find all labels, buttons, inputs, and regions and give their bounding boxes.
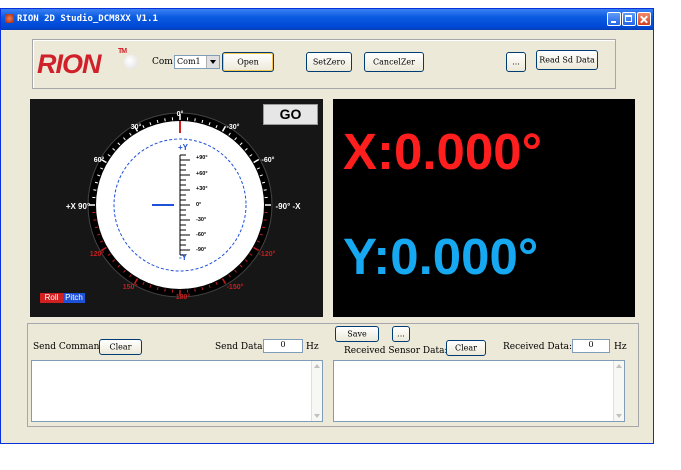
send-command-textarea[interactable] [31,360,323,422]
pitch-mark-label: -30° [196,217,206,223]
roll-mark-label: -150° [227,283,244,291]
roll-mark-label: -90° -X [276,202,302,211]
logo-trademark: TM [118,48,127,55]
send-clear-button[interactable]: Clear [99,339,142,355]
pitch-mark-label: +90° [196,155,208,161]
rion-logo: RION TM [37,48,127,79]
com-port-select[interactable]: Com1 [174,55,220,69]
setzero-button[interactable]: SetZero [306,52,352,72]
pitch-mark-label: 0° [196,202,201,208]
x-angle-value: X:0.000° [343,123,543,180]
roll-mark-label: 0° [177,110,184,118]
pitch-mark-label: -Y [179,253,188,262]
pitch-badge: Pitch [63,293,85,303]
received-data-unit: Hz [614,342,627,352]
pitch-mark-label: +Y [178,143,189,152]
send-scrollbar[interactable] [311,361,322,421]
pitch-mark-label: +60° [196,171,208,177]
cancelzero-button[interactable]: CancelZer [364,52,424,72]
received-data-textarea[interactable] [333,360,625,422]
roll-tick [164,288,166,292]
send-data-field[interactable]: 0 [263,339,303,353]
connection-status-led [124,55,138,69]
received-data-label: Received Data: [503,342,572,352]
receive-scrollbar[interactable] [613,361,624,421]
roll-mark-label: +X 90° [66,202,90,211]
window-title: RION 2D Studio_DCM8XX V1.1 [17,14,158,24]
roll-tick [93,219,97,221]
pitch-mark-label: -90° [196,247,206,253]
roll-tick [93,189,97,191]
receive-browse-button[interactable]: ... [392,326,410,342]
title-bar[interactable]: RION 2D Studio_DCM8XX V1.1 [1,9,653,30]
pitch-mark-label: +30° [196,186,208,192]
app-icon [5,14,14,23]
inclination-gauge: 0° 30° -30° 60° -60° +X 90° -90° -X 120° -120° 15… [30,99,323,317]
pitch-mark-label: -60° [196,232,206,238]
received-data-field[interactable]: 0 [572,339,610,353]
read-sd-data-button[interactable]: Read Sd Data [536,50,598,70]
maximize-button[interactable] [622,12,636,26]
roll-mark-label: -120° [259,250,276,258]
roll-tick [263,219,267,221]
roll-tick [164,118,166,122]
send-data-unit: Hz [306,342,319,352]
roll-badge: Roll [40,293,63,303]
close-button[interactable] [637,12,651,26]
chevron-down-icon[interactable] [206,56,219,68]
roll-mark-label: 60° [94,156,105,164]
send-command-label: Send Command: [33,342,109,352]
gauge-dial: 0° 30° -30° 60° -60° +X 90° -90° -X 120° -120° 15… [66,110,302,301]
open-button[interactable]: Open [222,52,274,72]
roll-mark-label: 120° [90,250,105,258]
roll-mark-label: 180° [176,293,191,301]
go-button[interactable]: GO [263,104,318,125]
roll-tick [194,118,196,122]
browse-button[interactable]: ... [506,52,526,72]
send-data-label: Send Data: [215,342,266,352]
roll-mark-label: 30° [131,123,142,131]
roll-mark-label: -60° [262,156,275,164]
roll-tick [263,189,267,191]
roll-mark-label: -30° [227,123,240,131]
received-sensor-data-label: Received Sensor Data: [344,346,448,356]
roll-mark-label: 150° [123,283,138,291]
minimize-button[interactable] [607,12,621,26]
com-label: Com [152,57,173,67]
com-port-value: Com1 [177,57,201,66]
save-button[interactable]: Save [335,326,379,342]
y-angle-value: Y:0.000° [343,228,539,285]
roll-tick [194,288,196,292]
receive-clear-button[interactable]: Clear [446,340,486,356]
